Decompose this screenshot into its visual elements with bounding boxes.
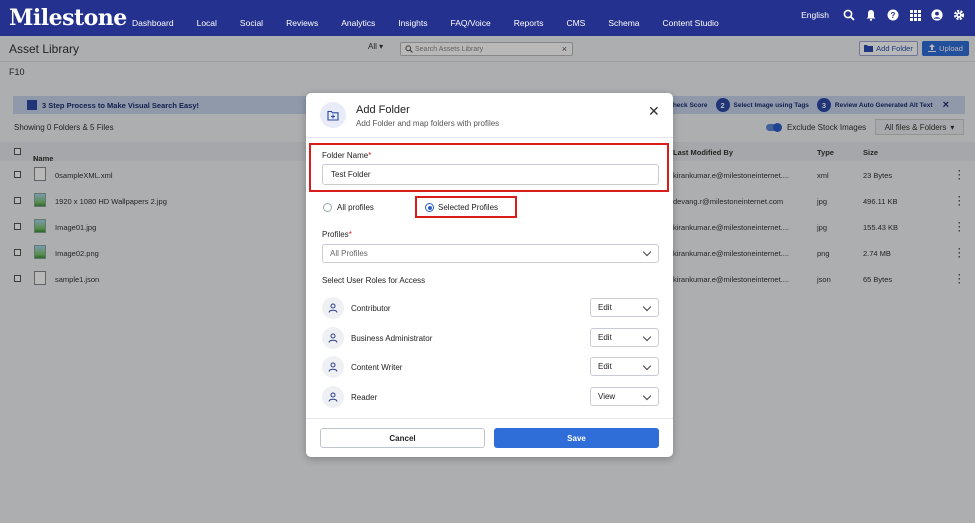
- save-button[interactable]: Save: [494, 428, 659, 448]
- folder-name-label: Folder Name*: [322, 151, 371, 160]
- selected-profiles-label[interactable]: Selected Profiles: [438, 203, 498, 212]
- role-row: Contributor Edit: [322, 295, 659, 321]
- chevron-down-icon: [642, 302, 652, 312]
- user-icon: [322, 386, 344, 408]
- nav-schema[interactable]: Schema: [608, 18, 639, 28]
- profiles-label-text: Profiles: [322, 230, 349, 239]
- required-mark: *: [348, 230, 352, 239]
- all-profiles-radio[interactable]: [323, 203, 332, 212]
- folder-name-field[interactable]: Test Folder: [322, 164, 659, 185]
- role-permission-value: Edit: [598, 303, 612, 312]
- chevron-down-icon: [642, 332, 652, 342]
- profiles-select-value: All Profiles: [330, 249, 368, 258]
- help-icon[interactable]: ?: [887, 9, 899, 21]
- nav-utilities: English ?: [801, 9, 965, 21]
- folder-name-label-text: Folder Name: [322, 151, 369, 160]
- divider: [306, 418, 673, 419]
- role-permission-select[interactable]: View: [590, 387, 659, 406]
- role-permission-value: View: [598, 392, 616, 401]
- gear-icon[interactable]: [953, 9, 965, 21]
- nav-content-studio[interactable]: Content Studio: [663, 18, 719, 28]
- role-row: Content Writer Edit: [322, 354, 659, 380]
- role-name: Business Administrator: [351, 334, 433, 343]
- role-name: Reader: [351, 393, 378, 402]
- modal-title: Add Folder: [356, 104, 410, 116]
- selected-profiles-radio[interactable]: [425, 203, 434, 212]
- add-folder-modal: Add Folder Add Folder and map folders wi…: [306, 93, 673, 457]
- chevron-down-icon: [642, 247, 652, 257]
- nav-analytics[interactable]: Analytics: [341, 18, 375, 28]
- nav-local[interactable]: Local: [197, 18, 217, 28]
- close-icon[interactable]: ✕: [648, 104, 660, 118]
- role-row: Reader View: [322, 384, 659, 410]
- role-permission-select[interactable]: Edit: [590, 357, 659, 376]
- chevron-down-icon: [642, 361, 652, 371]
- role-permission-value: Edit: [598, 333, 612, 342]
- cancel-button[interactable]: Cancel: [320, 428, 485, 448]
- required-mark: *: [368, 151, 372, 160]
- role-permission-select[interactable]: Edit: [590, 298, 659, 317]
- nav-insights[interactable]: Insights: [398, 18, 427, 28]
- profiles-select[interactable]: All Profiles: [322, 244, 659, 263]
- user-icon: [322, 356, 344, 378]
- nav-reports[interactable]: Reports: [514, 18, 544, 28]
- divider: [306, 137, 673, 138]
- profiles-label: Profiles*: [322, 230, 352, 239]
- role-name: Content Writer: [351, 363, 403, 372]
- top-nav: Milestone Dashboard Local Social Reviews…: [0, 0, 975, 36]
- nav-reviews[interactable]: Reviews: [286, 18, 318, 28]
- language-selector[interactable]: English: [801, 10, 829, 20]
- modal-subtitle: Add Folder and map folders with profiles: [356, 119, 500, 128]
- nav-social[interactable]: Social: [240, 18, 263, 28]
- all-profiles-label[interactable]: All profiles: [337, 203, 374, 212]
- nav-dashboard[interactable]: Dashboard: [132, 18, 174, 28]
- svg-text:?: ?: [891, 11, 896, 20]
- milestone-logo[interactable]: Milestone: [9, 5, 127, 31]
- role-permission-select[interactable]: Edit: [590, 328, 659, 347]
- role-name: Contributor: [351, 304, 391, 313]
- nav-cms[interactable]: CMS: [566, 18, 585, 28]
- nav-menu: Dashboard Local Social Reviews Analytics…: [120, 0, 730, 36]
- role-row: Business Administrator Edit: [322, 325, 659, 351]
- chevron-down-icon: [642, 391, 652, 401]
- account-icon[interactable]: [931, 9, 943, 21]
- user-icon: [322, 297, 344, 319]
- folder-name-value: Test Folder: [331, 170, 371, 179]
- user-icon: [322, 327, 344, 349]
- folder-plus-icon: [320, 102, 346, 128]
- nav-faq-voice[interactable]: FAQ/Voice: [451, 18, 491, 28]
- bell-icon[interactable]: [865, 9, 877, 21]
- role-permission-value: Edit: [598, 362, 612, 371]
- apps-grid-icon[interactable]: [909, 9, 921, 21]
- roles-label: Select User Roles for Access: [322, 276, 426, 285]
- search-icon[interactable]: [843, 9, 855, 21]
